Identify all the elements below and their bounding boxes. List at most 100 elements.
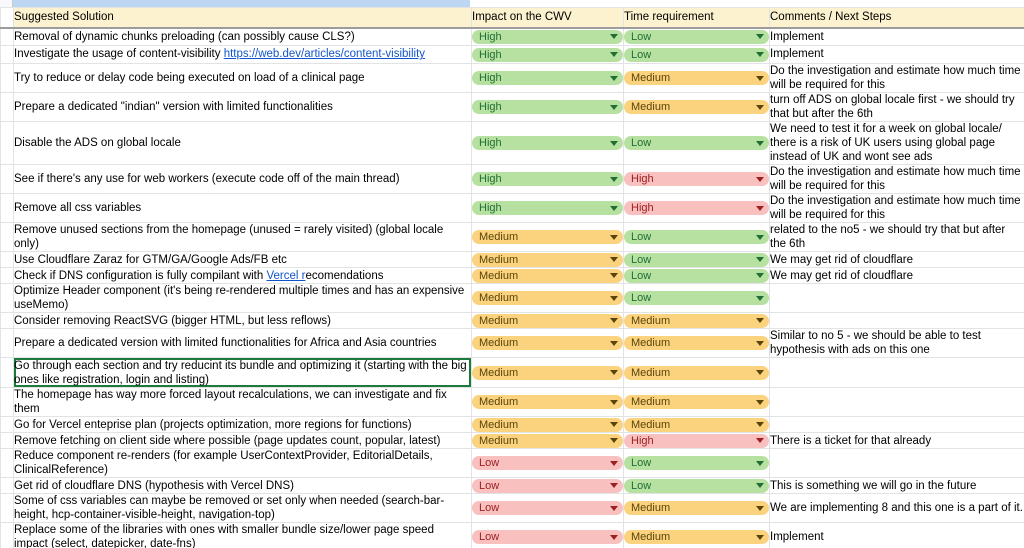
cell-impact-cwv[interactable]: Medium [471, 312, 624, 330]
cell-comments-next-steps[interactable]: Do the investigation and estimate how mu… [769, 62, 1024, 94]
cell-impact-cwv[interactable]: High [471, 92, 624, 123]
cell-impact-cwv[interactable]: Medium [471, 357, 624, 389]
cell-time-requirement-chip[interactable]: Medium [624, 365, 769, 380]
chevron-down-icon[interactable] [756, 422, 764, 428]
cell-time-requirement[interactable]: Medium [623, 522, 770, 548]
cell-time-requirement[interactable]: Medium [623, 387, 770, 418]
cell-time-requirement-chip[interactable]: Medium [624, 417, 769, 432]
chevron-down-icon[interactable] [610, 75, 618, 81]
chevron-down-icon[interactable] [610, 295, 618, 301]
cell-time-requirement-chip[interactable]: High [624, 433, 769, 448]
row-gutter[interactable] [0, 416, 14, 434]
row-gutter[interactable] [0, 432, 14, 450]
cell-comments-next-steps[interactable]: We may get rid of cloudflare [769, 251, 1024, 269]
cell-impact-cwv[interactable]: Low [471, 522, 624, 548]
chevron-down-icon[interactable] [756, 257, 764, 263]
cell-time-requirement[interactable]: Medium [623, 493, 770, 524]
cell-impact-cwv-chip[interactable]: Medium [472, 433, 623, 448]
header-suggested-solution[interactable]: Suggested Solution [13, 7, 472, 29]
cell-impact-cwv[interactable]: Medium [471, 267, 624, 285]
cell-impact-cwv-chip[interactable]: Low [472, 478, 623, 493]
cell-suggested-solution[interactable]: Remove fetching on client side where pos… [13, 432, 472, 450]
cell-time-requirement-chip[interactable]: Low [624, 252, 769, 267]
cell-time-requirement[interactable]: Low [623, 283, 770, 314]
cell-impact-cwv-chip[interactable]: High [472, 29, 623, 44]
column-header-rest[interactable] [471, 0, 1024, 7]
cell-time-requirement-chip[interactable]: Medium [624, 71, 769, 86]
row-gutter[interactable] [0, 251, 14, 269]
cell-suggested-solution[interactable]: Disable the ADS on global locale [13, 121, 472, 166]
cell-impact-cwv[interactable]: Medium [471, 222, 624, 253]
cell-suggested-solution[interactable]: See if there's any use for web workers (… [13, 164, 472, 195]
chevron-down-icon[interactable] [756, 75, 764, 81]
cell-comments-next-steps[interactable] [769, 283, 1024, 314]
cell-time-requirement-chip[interactable]: Low [624, 29, 769, 44]
chevron-down-icon[interactable] [610, 460, 618, 466]
cell-suggested-solution[interactable]: Reduce component re-renders (for example… [13, 448, 472, 479]
chevron-down-icon[interactable] [756, 234, 764, 240]
chevron-down-icon[interactable] [610, 104, 618, 110]
row-gutter[interactable] [0, 27, 14, 46]
cell-comments-next-steps[interactable]: Do the investigation and estimate how mu… [769, 193, 1024, 224]
cell-comments-next-steps[interactable]: turn off ADS on global locale first - we… [769, 92, 1024, 123]
cell-time-requirement[interactable]: Low [623, 222, 770, 253]
row-gutter[interactable] [0, 448, 14, 479]
cell-time-requirement-chip[interactable]: Low [624, 456, 769, 471]
row-gutter[interactable] [0, 193, 14, 224]
cell-time-requirement[interactable]: Low [623, 45, 770, 64]
row-gutter[interactable] [0, 328, 14, 359]
cell-impact-cwv[interactable]: High [471, 45, 624, 64]
cell-suggested-solution[interactable]: Use Cloudflare Zaraz for GTM/GA/Google A… [13, 251, 472, 269]
chevron-down-icon[interactable] [756, 176, 764, 182]
cell-impact-cwv-chip[interactable]: High [472, 136, 623, 151]
row-gutter[interactable] [0, 62, 14, 94]
cell-suggested-solution[interactable]: Optimize Header component (it's being re… [13, 283, 472, 314]
cell-time-requirement-chip[interactable]: Low [624, 291, 769, 306]
cell-time-requirement[interactable]: Low [623, 267, 770, 285]
cell-time-requirement-chip[interactable]: Low [624, 268, 769, 283]
cell-impact-cwv[interactable]: High [471, 62, 624, 94]
cell-comments-next-steps[interactable] [769, 387, 1024, 418]
cell-time-requirement[interactable]: High [623, 164, 770, 195]
solution-link[interactable]: Vercel r [266, 270, 305, 282]
chevron-down-icon[interactable] [610, 483, 618, 489]
cell-impact-cwv[interactable]: Medium [471, 416, 624, 434]
cell-impact-cwv[interactable]: Low [471, 448, 624, 479]
cell-impact-cwv-chip[interactable]: Medium [472, 268, 623, 283]
cell-impact-cwv-chip[interactable]: Low [472, 456, 623, 471]
cell-suggested-solution[interactable]: Remove unused sections from the homepage… [13, 222, 472, 253]
row-gutter[interactable] [0, 312, 14, 330]
row-gutter[interactable] [0, 7, 14, 29]
cell-impact-cwv[interactable]: Medium [471, 251, 624, 269]
cell-impact-cwv[interactable]: Medium [471, 328, 624, 359]
cell-time-requirement-chip[interactable]: Low [624, 230, 769, 245]
cell-impact-cwv[interactable]: Low [471, 493, 624, 524]
cell-time-requirement-chip[interactable]: Medium [624, 313, 769, 328]
chevron-down-icon[interactable] [610, 370, 618, 376]
cell-suggested-solution[interactable]: The homepage has way more forced layout … [13, 387, 472, 418]
cell-time-requirement-chip[interactable]: Medium [624, 530, 769, 545]
cell-suggested-solution[interactable]: Prepare a dedicated "indian" version wit… [13, 92, 472, 123]
row-gutter[interactable] [0, 522, 14, 548]
cell-impact-cwv[interactable]: High [471, 121, 624, 166]
cell-impact-cwv-chip[interactable]: Medium [472, 417, 623, 432]
cell-impact-cwv[interactable]: Medium [471, 432, 624, 450]
chevron-down-icon[interactable] [610, 399, 618, 405]
cell-suggested-solution[interactable]: Go for Vercel enteprise plan (projects o… [13, 416, 472, 434]
cell-time-requirement[interactable]: Medium [623, 328, 770, 359]
cell-suggested-solution[interactable]: Replace some of the libraries with ones … [13, 522, 472, 548]
cell-impact-cwv-chip[interactable]: High [472, 71, 623, 86]
cell-impact-cwv-chip[interactable]: Medium [472, 365, 623, 380]
chevron-down-icon[interactable] [756, 460, 764, 466]
cell-time-requirement[interactable]: Medium [623, 62, 770, 94]
cell-impact-cwv-chip[interactable]: Medium [472, 313, 623, 328]
header-time-requirement[interactable]: Time requirement [623, 7, 770, 29]
cell-suggested-solution[interactable]: Try to reduce or delay code being execut… [13, 62, 472, 94]
cell-suggested-solution[interactable]: Go through each section and try reducint… [13, 357, 472, 389]
row-gutter[interactable] [0, 493, 14, 524]
row-gutter[interactable] [0, 92, 14, 123]
chevron-down-icon[interactable] [610, 273, 618, 279]
chevron-down-icon[interactable] [610, 234, 618, 240]
cell-impact-cwv[interactable]: Medium [471, 283, 624, 314]
solution-link[interactable]: https://web.dev/articles/content-visibil… [224, 48, 425, 60]
